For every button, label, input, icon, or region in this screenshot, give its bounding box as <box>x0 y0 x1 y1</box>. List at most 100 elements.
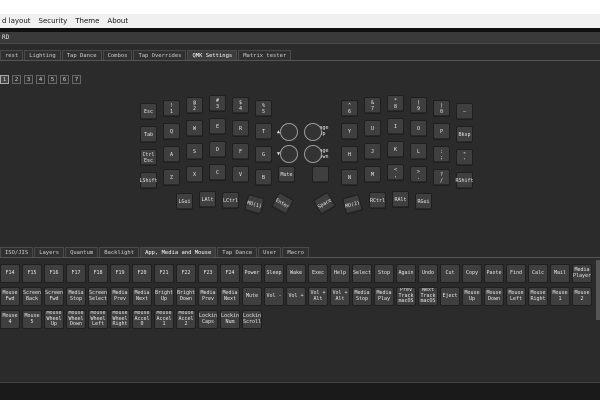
keycode-button[interactable]: Mouse Fwd <box>0 287 20 306</box>
key[interactable]: Mute <box>278 166 295 183</box>
key[interactable]: Q <box>163 123 180 140</box>
layer-button[interactable]: 2 <box>12 75 21 84</box>
keycode-button[interactable]: F16 <box>44 264 64 283</box>
key[interactable]: RAlt <box>392 191 409 208</box>
key[interactable]: RShift <box>455 172 474 189</box>
tab-combos[interactable]: Combos <box>102 50 133 60</box>
menu-security[interactable]: Security <box>39 17 68 25</box>
layer-button[interactable]: 7 <box>72 75 81 84</box>
layer-button[interactable]: 3 <box>24 75 33 84</box>
key[interactable]: Enter <box>270 191 295 216</box>
keycode-button[interactable]: Lockin Num <box>220 310 240 329</box>
keycode-button[interactable]: Mouse Right <box>528 287 548 306</box>
keycode-button[interactable]: Mouse 2 <box>572 287 592 306</box>
key[interactable]: Bksp <box>456 126 473 143</box>
key[interactable]: B <box>255 169 272 186</box>
keycode-button[interactable]: Calc <box>528 264 548 283</box>
key[interactable]: Tab <box>140 126 157 143</box>
keycode-button[interactable]: Again <box>396 264 416 283</box>
keycode-button[interactable]: Media Next <box>132 287 152 306</box>
keycode-button[interactable]: F20 <box>132 264 152 283</box>
key[interactable]: > . <box>410 166 427 183</box>
key[interactable]: V <box>232 166 249 183</box>
tab-iso-jis[interactable]: ISO/JIS <box>0 247 34 257</box>
key[interactable]: Z <box>163 169 180 186</box>
keycode-button[interactable]: Mouse Accel 0 <box>132 310 152 329</box>
key[interactable]: X <box>186 166 203 183</box>
keycode-button[interactable]: Mouse Wheel Right <box>110 310 130 329</box>
key[interactable]: LAlt <box>199 191 216 208</box>
key[interactable]: — <box>456 103 473 120</box>
keycode-button[interactable]: Mail <box>550 264 570 283</box>
key[interactable]: Ctrl Esc <box>140 149 157 166</box>
key[interactable]: ) 0 <box>433 100 450 117</box>
key[interactable]: Esc <box>140 103 157 120</box>
key[interactable] <box>312 166 329 183</box>
keycode-button[interactable]: Mouse Accel 1 <box>154 310 174 329</box>
key[interactable]: " ' <box>456 149 473 166</box>
keycode-button[interactable]: Media Player <box>572 264 592 283</box>
key[interactable]: @ 2 <box>186 97 203 114</box>
keycode-button[interactable]: Eject <box>440 287 460 306</box>
tab-tap-dance[interactable]: Tap Dance <box>61 50 102 60</box>
key[interactable]: S <box>186 143 203 160</box>
keycode-button[interactable]: F23 <box>198 264 218 283</box>
key[interactable]: * 8 <box>387 95 404 112</box>
tab-macro[interactable]: Macro <box>282 247 309 257</box>
keycode-button[interactable]: F21 <box>154 264 174 283</box>
tab-layers[interactable]: Layers <box>34 247 65 257</box>
key[interactable]: F <box>232 143 249 160</box>
keycode-button[interactable]: Media Prev <box>110 287 130 306</box>
keycode-button[interactable]: Bright Up <box>154 287 174 306</box>
keycode-button[interactable]: F14 <box>0 264 20 283</box>
tab-qmk-settings[interactable]: QMK Settings <box>187 50 238 60</box>
keycode-button[interactable]: F18 <box>88 264 108 283</box>
key[interactable]: Space <box>312 191 337 216</box>
keycode-button[interactable]: Cut <box>440 264 460 283</box>
keycode-button[interactable]: Power <box>242 264 262 283</box>
keycode-button[interactable]: Next Track macOS <box>418 287 438 306</box>
tab-backlight[interactable]: Backlight <box>99 247 140 257</box>
key[interactable]: N <box>341 169 358 186</box>
keycode-button[interactable]: Mouse Wheel Left <box>88 310 108 329</box>
layer-button[interactable]: 1 <box>0 75 9 84</box>
keycode-button[interactable]: F19 <box>110 264 130 283</box>
key[interactable]: % 5 <box>255 100 272 117</box>
keycode-button[interactable]: Mouse Left <box>506 287 526 306</box>
key[interactable]: D <box>209 141 226 158</box>
key[interactable]: LGui <box>176 193 193 210</box>
key[interactable]: I <box>387 118 404 135</box>
keycode-button[interactable]: Undo <box>418 264 438 283</box>
keycode-button[interactable]: Find <box>506 264 526 283</box>
key[interactable]: J <box>364 143 381 160</box>
encoder-knob[interactable] <box>280 123 298 141</box>
menu-theme[interactable]: Theme <box>75 17 99 25</box>
tab-user[interactable]: User <box>258 247 282 257</box>
keycode-button[interactable]: Mouse Wheel Up <box>44 310 64 329</box>
tab-matrix-tester[interactable]: Matrix tester <box>238 50 292 60</box>
keycode-button[interactable]: Exec <box>308 264 328 283</box>
key[interactable]: LShift <box>139 172 158 189</box>
encoder-knob[interactable] <box>304 123 322 141</box>
key[interactable]: G <box>255 146 272 163</box>
key[interactable]: M <box>364 166 381 183</box>
key[interactable]: C <box>209 164 226 181</box>
key[interactable]: O <box>410 120 427 137</box>
keycode-button[interactable]: Screen Back <box>22 287 42 306</box>
keycode-button[interactable]: Media Prev <box>198 287 218 306</box>
keycode-button[interactable]: Bright Down <box>176 287 196 306</box>
keycode-button[interactable]: Media Stop <box>66 287 86 306</box>
key[interactable]: $ 4 <box>232 97 249 114</box>
keycode-button[interactable]: Stop <box>374 264 394 283</box>
keycode-button[interactable]: Mute <box>242 287 262 306</box>
key[interactable]: W <box>186 120 203 137</box>
key[interactable]: ^ 6 <box>341 100 358 117</box>
device-selector[interactable]: RD <box>0 32 600 44</box>
keycode-button[interactable]: Wake <box>286 264 306 283</box>
key[interactable]: P <box>433 123 450 140</box>
layer-button[interactable]: 4 <box>36 75 45 84</box>
keycode-button[interactable]: Screen Fwd <box>44 287 64 306</box>
key[interactable]: Y <box>341 123 358 140</box>
keycode-button[interactable]: Vol - <box>264 287 284 306</box>
key[interactable]: LCtrl <box>222 192 239 209</box>
